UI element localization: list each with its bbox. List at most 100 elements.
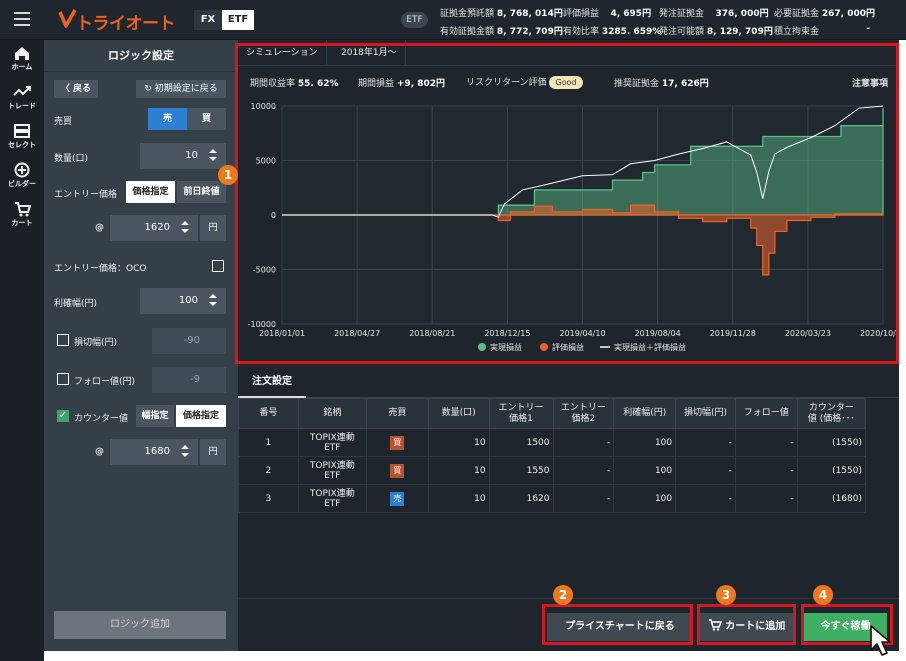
step-marker-4: 4: [813, 585, 833, 605]
nav-select[interactable]: セレクト: [0, 123, 44, 150]
cell-follow: -: [734, 428, 798, 457]
logo-mark-icon: [58, 9, 77, 28]
oco-checkbox[interactable]: [212, 260, 224, 272]
step-marker-1: 1: [218, 165, 238, 185]
logic-panel: ロジック設定 〈 戻る ↻ 初期設定に戻る 売買 売 買 数量(口) 10 エン…: [44, 40, 238, 651]
entry-prev-close-button[interactable]: 前日終値: [177, 181, 226, 203]
stepper-icon[interactable]: [181, 221, 189, 235]
side-label: 売買: [54, 117, 73, 127]
highlight-frame-chart: [235, 43, 899, 364]
follow-checkbox[interactable]: [57, 373, 69, 385]
tab-fx[interactable]: FX: [194, 10, 222, 30]
loss-checkbox[interactable]: [57, 334, 69, 346]
nav-cart[interactable]: カート: [0, 201, 44, 228]
table-row[interactable]: 3 TOPIX連動 ETF 売 10 1620 - 100 - - (1680): [238, 484, 867, 513]
side-buy-button[interactable]: 買: [187, 108, 226, 130]
cell-qty: 10: [427, 484, 490, 513]
col-counter: カウンター 値 (価格･･･: [796, 398, 867, 429]
profit-value: 100: [178, 295, 198, 306]
cell-counter: (1680): [796, 484, 867, 513]
cell-symbol: TOPIX連動 ETF: [297, 484, 367, 513]
side-badge: 買: [390, 435, 405, 450]
cell-entry2: -: [552, 456, 615, 485]
cell-symbol: TOPIX連動 ETF: [297, 428, 367, 457]
entry-price-value: 1620: [144, 222, 170, 233]
step-marker-3: 3: [716, 585, 736, 605]
stat-order-margin: 発注証拠金 376, 000円: [659, 9, 769, 19]
at-label: @: [95, 223, 104, 233]
stepper-icon[interactable]: [181, 445, 189, 459]
logo-text: トライオート: [76, 14, 176, 34]
orders-header-row: 番号 銘柄 売買 数量(口) エントリー 価格1 エントリー 価格2 利確幅(円…: [238, 398, 867, 429]
cell-side: 買: [365, 428, 429, 457]
col-qty: 数量(口): [427, 398, 490, 429]
counter-price-stepper[interactable]: 1680: [110, 439, 198, 465]
home-icon: [15, 47, 29, 60]
cell-profit: 100: [613, 456, 677, 485]
loss-label: 損切幅(円): [74, 338, 118, 348]
select-icon: [14, 124, 30, 138]
col-side: 売買: [365, 398, 429, 429]
tab-etf[interactable]: ETF: [222, 10, 254, 30]
cell-number: 2: [238, 456, 299, 485]
order-settings-header: 注文設定: [238, 366, 899, 398]
cell-profit: 100: [613, 484, 677, 513]
stat-required-margin: 必要証拠金 267, 000円: [774, 9, 876, 19]
loss-input[interactable]: -90: [152, 328, 226, 354]
counter-price-button[interactable]: 価格指定: [176, 405, 226, 427]
highlight-frame-price-chart: [542, 604, 693, 645]
logo: トライオート: [58, 8, 208, 34]
entry-price-specify-button[interactable]: 価格指定: [126, 181, 175, 203]
stat-savings: 積立拘束金 -: [774, 24, 870, 37]
cell-symbol: TOPIX連動 ETF: [297, 456, 367, 485]
cell-loss: -: [675, 484, 736, 513]
back-button[interactable]: 〈 戻る: [54, 80, 98, 98]
add-logic-button[interactable]: ロジック追加: [54, 611, 226, 639]
nav-home[interactable]: ホーム: [0, 45, 44, 72]
cell-follow: -: [734, 456, 798, 485]
counter-price-value: 1680: [144, 446, 170, 457]
side-sell-button[interactable]: 売: [148, 108, 187, 130]
qty-label: 数量(口): [54, 154, 89, 164]
stat-orderable: 発注可能額 8, 129, 709円: [659, 27, 773, 37]
table-row[interactable]: 1 TOPIX連動 ETF 買 10 1500 - 100 - - (1550): [238, 428, 867, 457]
nav-trade[interactable]: トレード: [0, 84, 44, 111]
col-entry1: エントリー 価格1: [488, 398, 554, 429]
oco-label: エントリー価格：OCO: [54, 264, 147, 274]
cell-entry1: 1500: [488, 428, 554, 457]
stat-unrealized: 評価損益 4, 695円: [563, 9, 652, 19]
nav-builder[interactable]: ビルダー: [0, 162, 44, 189]
cell-qty: 10: [427, 456, 490, 485]
cell-entry2: -: [552, 484, 615, 513]
follow-input[interactable]: -9: [152, 367, 226, 393]
stat-effective-margin: 有効証拠金額 8, 772, 709円: [440, 27, 563, 37]
top-bar: トライオート FX ETF ETF 証拠金預託額 8, 768, 014円 評価…: [0, 0, 906, 40]
profit-stepper[interactable]: 100: [140, 288, 226, 314]
col-entry2: エントリー 価格2: [552, 398, 615, 429]
cell-entry1: 1550: [488, 456, 554, 485]
app-root: トライオート FX ETF ETF 証拠金預託額 8, 768, 014円 評価…: [0, 0, 906, 661]
col-loss: 損切幅(円): [675, 398, 736, 429]
entry-price-stepper[interactable]: 1620: [110, 215, 198, 241]
table-row[interactable]: 2 TOPIX連動 ETF 買 10 1550 - 100 - - (1550): [238, 456, 867, 485]
qty-stepper[interactable]: 10: [140, 143, 226, 169]
stepper-icon[interactable]: [209, 294, 217, 308]
tab-order-settings[interactable]: 注文設定: [238, 366, 306, 398]
counter-label: カウンター値: [74, 414, 129, 424]
cell-loss: -: [675, 456, 736, 485]
cell-side: 売: [365, 484, 429, 513]
menu-icon[interactable]: [14, 12, 30, 26]
side-badge: 買: [390, 463, 405, 478]
stat-effective-ratio: 有効比率 3285. 659%: [563, 27, 662, 37]
profit-label: 利確幅(円): [54, 299, 98, 309]
etf-badge: ETF: [401, 12, 428, 28]
builder-icon: [14, 162, 30, 178]
cell-counter: (1550): [796, 456, 867, 485]
orders-table: 番号 銘柄 売買 数量(口) エントリー 価格1 エントリー 価格2 利確幅(円…: [238, 398, 867, 513]
counter-width-button[interactable]: 幅指定: [136, 405, 174, 427]
cell-profit: 100: [613, 428, 677, 457]
counter-checkbox[interactable]: ✓: [57, 410, 69, 422]
stepper-icon[interactable]: [209, 149, 217, 163]
col-profit: 利確幅(円): [613, 398, 677, 429]
reset-button[interactable]: ↻ 初期設定に戻る: [136, 80, 226, 98]
